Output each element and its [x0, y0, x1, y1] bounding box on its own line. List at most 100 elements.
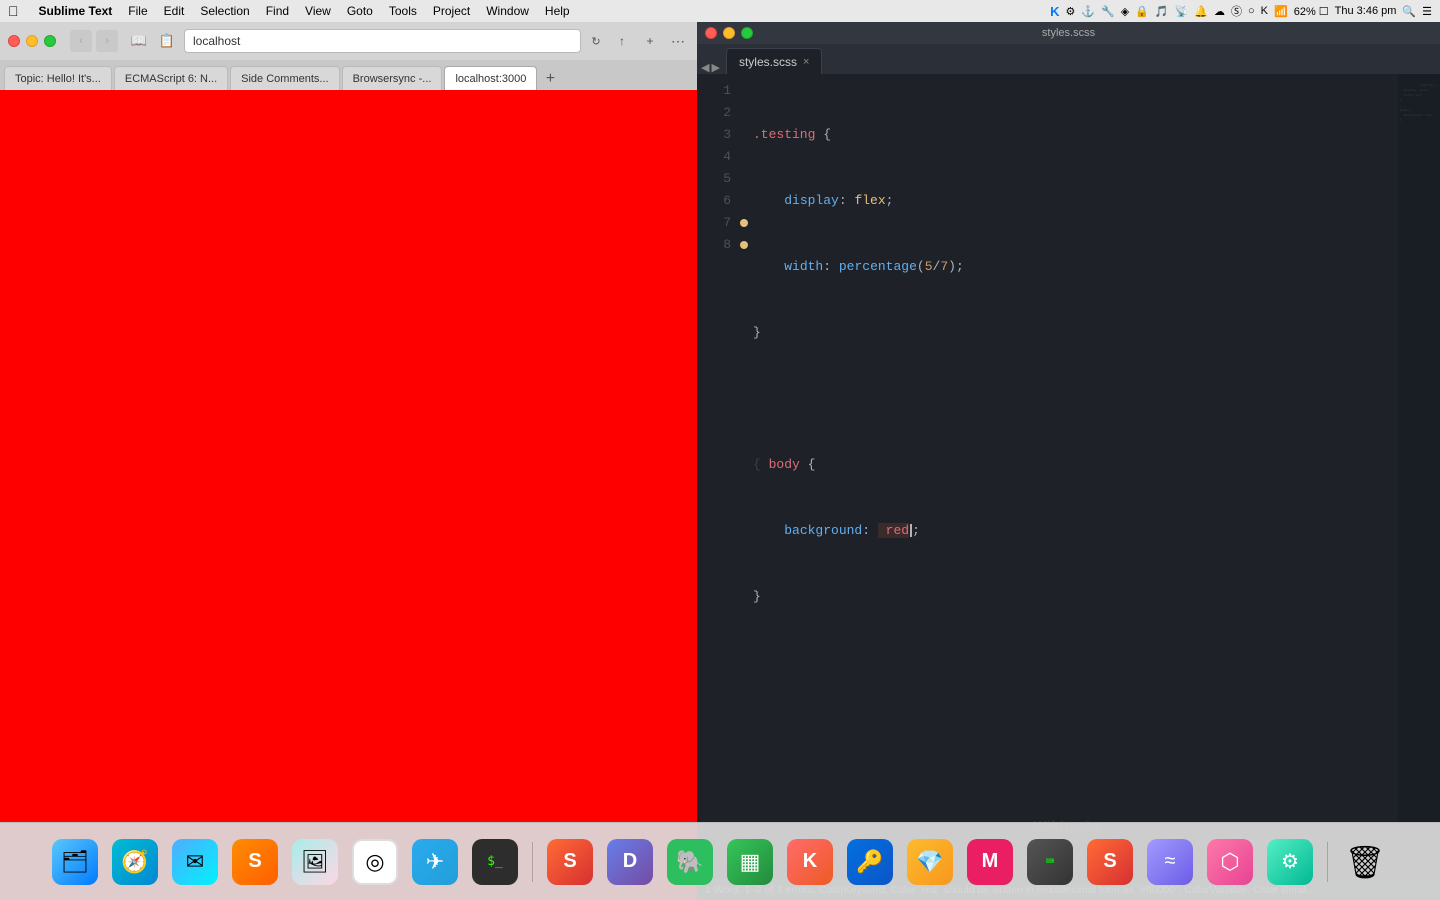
- extensions-button[interactable]: +: [639, 30, 661, 52]
- menu-tools[interactable]: Tools: [389, 4, 417, 18]
- minimize-button[interactable]: [26, 35, 38, 47]
- browser-titlebar: ‹ › 📖 📋 localhost ↻ ↑ + ⋯: [0, 22, 697, 60]
- browser-tab-0[interactable]: Topic: Hello! It's...: [4, 66, 112, 90]
- dock-item-telegram[interactable]: ✈: [408, 835, 462, 889]
- dash-icon: D: [607, 839, 653, 885]
- code-line-3: width: percentage(5/7);: [753, 256, 1398, 278]
- code-line-8: }: [753, 586, 1398, 608]
- reload-button[interactable]: ↻: [587, 32, 605, 50]
- close-button[interactable]: [8, 35, 20, 47]
- soulver-icon: ≈: [1147, 839, 1193, 885]
- menubar-left:  Sublime Text File Edit Selection Find …: [8, 3, 570, 19]
- browser-tab-1[interactable]: ECMAScript 6: N...: [114, 66, 228, 90]
- browser-tab-2[interactable]: Side Comments...: [230, 66, 339, 90]
- battery: 62% ☐: [1294, 5, 1329, 18]
- dock-item-1password[interactable]: 🔑: [843, 835, 897, 889]
- reading-list-icon[interactable]: 📋: [156, 30, 178, 52]
- clock: Thu 3:46 pm: [1335, 5, 1397, 17]
- sublime-window: styles.scss ◀ ▶ styles.scss × 1 2 3 4 5 …: [697, 22, 1440, 900]
- code-content[interactable]: .testing { display: flex; width: percent…: [749, 74, 1398, 878]
- code-line-2: display: flex;: [753, 190, 1398, 212]
- icon-diamond: ◈: [1121, 5, 1129, 18]
- dock-item-sublime-text[interactable]: S: [543, 835, 597, 889]
- dock-item-iterm[interactable]: ⌨: [1023, 835, 1077, 889]
- menu-project[interactable]: Project: [433, 4, 470, 18]
- menu-view[interactable]: View: [305, 4, 331, 18]
- browser-tab-3[interactable]: Browsersync -...: [342, 66, 443, 90]
- tab-label-3: Browsersync -...: [353, 73, 432, 85]
- menu-selection[interactable]: Selection: [200, 4, 249, 18]
- dock-item-dash[interactable]: D: [603, 835, 657, 889]
- tab-label-2: Side Comments...: [241, 73, 328, 85]
- dock-item-soulver[interactable]: ≈: [1143, 835, 1197, 889]
- maximize-button[interactable]: [44, 35, 56, 47]
- sublime-maximize-button[interactable]: [741, 27, 753, 39]
- code-line-5: [753, 388, 1398, 410]
- code-line-1: .testing {: [753, 124, 1398, 146]
- gutter-2: [739, 102, 749, 124]
- dock-item-evernote[interactable]: 🐘: [663, 835, 717, 889]
- code-line-7: background: red;: [753, 520, 1398, 542]
- browser-tab-4[interactable]: localhost:3000: [444, 66, 537, 90]
- apple-menu[interactable]: : [8, 3, 19, 19]
- tab-label-1: ECMAScript 6: N...: [125, 73, 217, 85]
- gutter-7: [739, 212, 749, 234]
- dock-item-klokki[interactable]: K: [783, 835, 837, 889]
- trash-icon: 🗑: [1342, 839, 1388, 885]
- icon-tool: 🔧: [1101, 5, 1115, 18]
- dock-item-sublime[interactable]: S: [228, 835, 282, 889]
- line-num-5: 5: [723, 168, 731, 190]
- browser-content: [0, 90, 697, 900]
- menu-find[interactable]: Find: [266, 4, 289, 18]
- browser-nav: ‹ ›: [70, 30, 118, 52]
- terminal-icon: $_: [472, 839, 518, 885]
- sublime-window-title: styles.scss: [1042, 27, 1095, 39]
- menu-goto[interactable]: Goto: [347, 4, 373, 18]
- dock-item-finder[interactable]: 🗂: [48, 835, 102, 889]
- dock-item-numbers[interactable]: ▦: [723, 835, 777, 889]
- dock-item-sketch[interactable]: 💎: [903, 835, 957, 889]
- icon-wifi: 📶: [1274, 5, 1288, 18]
- dock-item-terminal[interactable]: $_: [468, 835, 522, 889]
- icon-circle: ○: [1248, 5, 1255, 17]
- sublime-tab-0[interactable]: styles.scss ×: [726, 48, 822, 74]
- sublime-tab-close[interactable]: ×: [803, 56, 809, 68]
- menu-help[interactable]: Help: [545, 4, 570, 18]
- dock-item-sublime2[interactable]: S: [1083, 835, 1137, 889]
- sublime-text-icon: S: [547, 839, 593, 885]
- menubar-icons: K ⚙ ⚓ 🔧 ◈ 🔒 🎵 📡 🔔 ☁ Ⓢ ○ K 📶 62% ☐ Thu 3:…: [1050, 3, 1432, 19]
- code-editor[interactable]: 1 2 3 4 5 6 7 8 .tes: [697, 74, 1440, 878]
- bookmarks-icon[interactable]: 📖: [128, 30, 150, 52]
- address-bar[interactable]: localhost: [184, 29, 581, 53]
- search-icon[interactable]: 🔍: [1402, 5, 1416, 18]
- browser-traffic-lights: [8, 35, 56, 47]
- dock-item-trash[interactable]: 🗑: [1338, 835, 1392, 889]
- sketch-icon: 💎: [907, 839, 953, 885]
- dock-item-preview[interactable]: 🖼: [288, 835, 342, 889]
- menu-file[interactable]: File: [128, 4, 147, 18]
- menu-icon[interactable]: ☰: [1422, 5, 1432, 18]
- more-button[interactable]: ⋯: [667, 30, 689, 52]
- sublime-minimize-button[interactable]: [723, 27, 735, 39]
- browser-window: ‹ › 📖 📋 localhost ↻ ↑ + ⋯ Topic: Hello! …: [0, 22, 697, 900]
- tab-prev-icon[interactable]: ◀: [701, 61, 709, 74]
- sublime-tab-label: styles.scss: [739, 55, 797, 69]
- icon-lock: 🔒: [1135, 5, 1149, 18]
- dock-item-chrome[interactable]: ◎: [348, 835, 402, 889]
- sublime-close-button[interactable]: [705, 27, 717, 39]
- tab-next-icon[interactable]: ▶: [711, 61, 719, 74]
- forward-button[interactable]: ›: [96, 30, 118, 52]
- menu-window[interactable]: Window: [486, 4, 529, 18]
- dock-item-codekit[interactable]: ⚙: [1263, 835, 1317, 889]
- dock-item-marvel[interactable]: M: [963, 835, 1017, 889]
- evernote-icon: 🐘: [667, 839, 713, 885]
- share-button[interactable]: ↑: [611, 30, 633, 52]
- dock-item-safari[interactable]: 🧭: [108, 835, 162, 889]
- back-button[interactable]: ‹: [70, 30, 92, 52]
- app-name[interactable]: Sublime Text: [39, 4, 113, 18]
- dock-item-plasticity[interactable]: ⬡: [1203, 835, 1257, 889]
- new-tab-button[interactable]: +: [539, 68, 561, 90]
- telegram-icon: ✈: [412, 839, 458, 885]
- menu-edit[interactable]: Edit: [164, 4, 185, 18]
- dock-item-airmail[interactable]: ✉: [168, 835, 222, 889]
